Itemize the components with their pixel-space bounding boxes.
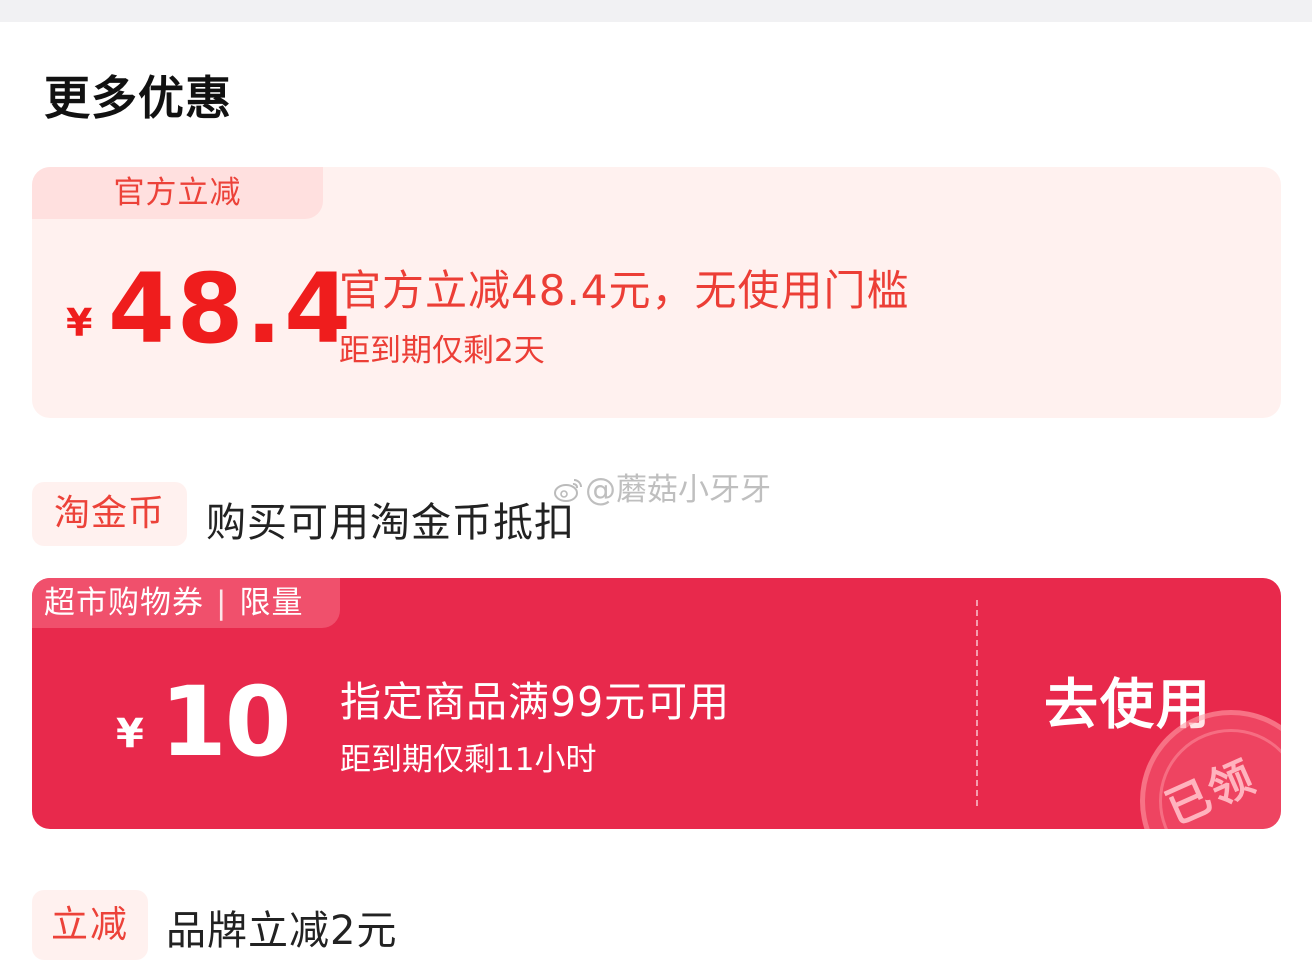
tag-separator: | bbox=[216, 585, 228, 621]
taojinbi-badge: 淘金币 bbox=[32, 482, 187, 546]
watermark: @蘑菇小牙牙 bbox=[553, 464, 771, 509]
discount-expiry: 距到期仅剩2天 bbox=[339, 333, 545, 369]
discount-description: 官方立减48.4元，无使用门槛 bbox=[339, 266, 910, 315]
currency-symbol: ¥ bbox=[116, 711, 144, 757]
watermark-text: @蘑菇小牙牙 bbox=[585, 472, 771, 508]
dashed-divider bbox=[976, 600, 978, 806]
coupon-limit-label: 限量 bbox=[239, 585, 304, 621]
discount-amount: 48.4 bbox=[108, 253, 353, 365]
brand-discount-text[interactable]: 品牌立减2元 bbox=[166, 898, 397, 956]
official-discount-tag: 官方立减 bbox=[32, 167, 323, 219]
supermarket-coupon-card[interactable]: 超市购物券 | 限量 ¥ 10 指定商品满99元可用 距到期仅剩11小时 去使用 已… bbox=[32, 578, 1281, 829]
supermarket-coupon-tag: 超市购物券 | 限量 bbox=[32, 578, 340, 628]
currency-symbol: ¥ bbox=[66, 301, 93, 345]
weibo-icon bbox=[554, 479, 582, 502]
official-discount-card[interactable]: 官方立减 ¥ 48.4 官方立减48.4元，无使用门槛 距到期仅剩2天 bbox=[32, 167, 1281, 418]
coupon-description: 指定商品满99元可用 bbox=[340, 678, 731, 726]
page-title: 更多优惠 bbox=[44, 71, 232, 125]
coupon-amount: 10 bbox=[160, 666, 292, 778]
top-bar bbox=[0, 0, 1312, 22]
coupon-type-label: 超市购物券 bbox=[44, 585, 204, 621]
taojinbi-text[interactable]: 购买可用淘金币抵扣 bbox=[206, 490, 575, 548]
coupon-expiry: 距到期仅剩11小时 bbox=[340, 742, 597, 778]
brand-discount-badge: 立减 bbox=[32, 890, 148, 960]
